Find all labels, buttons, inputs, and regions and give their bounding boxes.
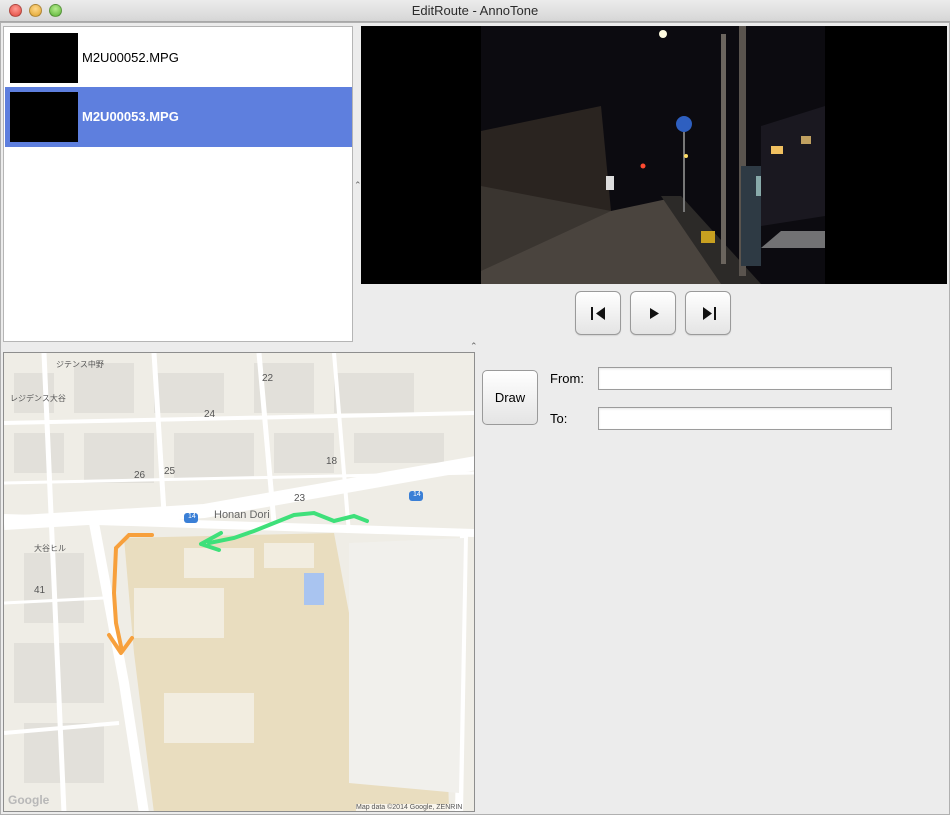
skip-forward-icon: [703, 307, 716, 320]
video-frame: [361, 26, 947, 284]
play-button[interactable]: [630, 291, 676, 335]
video-player[interactable]: [361, 26, 947, 284]
map-view[interactable]: ジテンス中野 レジデンス大谷 22 24 26 25 23 18 Honan D…: [3, 352, 475, 812]
map-label: 41: [34, 585, 46, 596]
horizontal-splitter-handle[interactable]: ⌃: [470, 341, 478, 352]
map-attribution: Map data ©2014 Google, ZENRIN: [356, 804, 463, 811]
play-icon: [650, 308, 659, 319]
video-thumbnail: [10, 92, 78, 142]
route-shield: 14: [188, 513, 196, 520]
from-field[interactable]: [598, 367, 892, 390]
file-list-item[interactable]: M2U00052.MPG: [5, 28, 352, 88]
next-frame-button[interactable]: [685, 291, 731, 335]
map-canvas[interactable]: [4, 353, 475, 812]
google-logo: Google: [8, 793, 50, 807]
file-name: M2U00052.MPG: [82, 50, 179, 65]
map-label: 25: [164, 466, 176, 477]
map-label: ジテンス中野: [56, 360, 104, 369]
to-field[interactable]: [598, 407, 892, 430]
previous-frame-button[interactable]: [575, 291, 621, 335]
road-label: Honan Dori: [214, 509, 270, 521]
title-bar: EditRoute - AnnoTone: [0, 0, 950, 22]
window-title: EditRoute - AnnoTone: [411, 3, 539, 18]
file-list-item-selected[interactable]: M2U00053.MPG: [5, 87, 352, 147]
map-label: 22: [262, 373, 274, 384]
route-shield: 14: [413, 491, 421, 498]
video-file-list: M2U00052.MPG M2U00053.MPG: [3, 26, 353, 342]
map-label: 26: [134, 470, 146, 481]
map-label: レジデンス大谷: [10, 394, 66, 403]
to-label: To:: [550, 411, 568, 426]
from-label: From:: [550, 371, 584, 386]
draw-button[interactable]: Draw: [482, 370, 538, 425]
map-label: 24: [204, 409, 216, 420]
video-thumbnail: [10, 33, 78, 83]
map-label: 18: [326, 456, 338, 467]
map-label: 23: [294, 493, 306, 504]
file-name: M2U00053.MPG: [82, 109, 179, 124]
map-label: 大谷ヒル: [34, 544, 66, 553]
skip-back-icon: [591, 307, 605, 320]
